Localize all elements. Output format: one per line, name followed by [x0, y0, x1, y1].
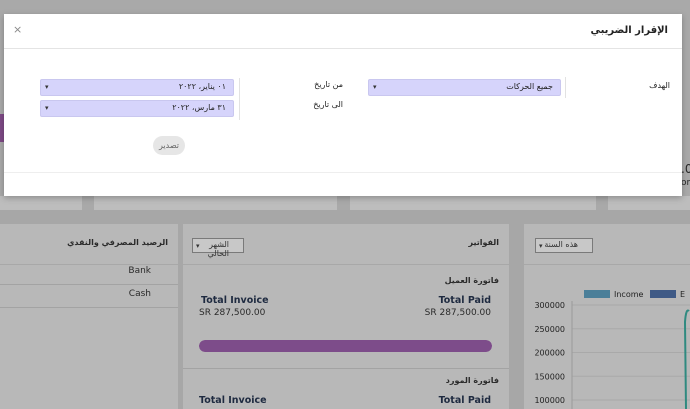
vendor-total-invoice-label: Total Invoice	[199, 395, 267, 406]
from-date-label: من تاريخ	[314, 80, 343, 89]
dialog-title: الإقرار الضريبي	[590, 25, 668, 36]
target-select[interactable]: جميع الحركات ▾	[368, 79, 561, 96]
y-tick-label: 200000	[534, 349, 565, 358]
total-invoice-value: SR 287,500.00	[199, 308, 266, 318]
chevron-down-icon: ▾	[539, 242, 543, 250]
divider	[0, 284, 178, 285]
payment-progress-bar	[199, 340, 492, 352]
field-divider	[565, 77, 566, 98]
close-icon[interactable]: ×	[13, 23, 22, 36]
panel-title: الرصيد المصرفي والنقدي	[67, 238, 168, 247]
income-expense-chart: Income E 300000 250000 200000 150000 100000	[534, 290, 690, 409]
stat-card	[0, 196, 82, 210]
partial-stat-label: om	[681, 178, 690, 188]
cash-row-label: Cash	[128, 289, 151, 299]
bank-cash-panel: الرصيد المصرفي والنقدي Bank Cash	[0, 224, 178, 409]
total-paid-label: Total Paid	[438, 295, 491, 306]
legend-label: E	[680, 290, 685, 299]
total-paid-value: SR 287,500.00	[424, 308, 491, 318]
vendor-total-paid-label: Total Paid	[438, 395, 491, 406]
partial-stat-value: .0	[681, 162, 690, 176]
vendor-invoice-heading: فاتورة المورد	[445, 376, 499, 385]
period-select[interactable]: الشهر الحالي ▾	[192, 238, 244, 258]
chart-period-select[interactable]: هذه السنة ▾	[535, 238, 593, 253]
chart-period-value: هذه السنة	[544, 240, 578, 249]
target-label: الهدف	[649, 81, 670, 90]
divider	[183, 368, 509, 369]
chevron-down-icon: ▾	[45, 83, 49, 91]
stat-card	[94, 196, 337, 210]
total-invoice-label: Total Invoice	[201, 295, 269, 306]
invoices-panel: الفواتير الشهر الحالي ▾ فاتورة العميل To…	[183, 224, 509, 409]
tax-report-dialog: الإقرار الضريبي × الهدف جميع الحركات ▾ م…	[4, 14, 682, 196]
payment-progress-fill	[199, 340, 492, 352]
chevron-down-icon: ▾	[45, 104, 49, 112]
from-date-value: ٠١ يناير، ٢٠٢٢	[178, 82, 226, 91]
target-select-value: جميع الحركات	[506, 82, 553, 91]
to-date-label: الى تاريخ	[313, 100, 343, 109]
legend-swatch	[584, 290, 610, 298]
y-tick-label: 150000	[534, 372, 565, 381]
export-button[interactable]: تصدير	[153, 136, 185, 155]
dialog-footer-divider	[4, 172, 682, 173]
legend-label: Income	[614, 290, 644, 299]
chevron-down-icon: ▾	[196, 242, 200, 250]
y-tick-label: 250000	[534, 325, 565, 334]
chart-panel: هذه السنة ▾ Income E 300000 250000 200000 150…	[524, 224, 690, 409]
legend-swatch	[650, 290, 676, 298]
field-divider	[239, 78, 240, 120]
dialog-header: الإقرار الضريبي ×	[4, 14, 682, 49]
panel-title: الفواتير	[468, 238, 499, 247]
period-select-value: الشهر الحالي	[207, 240, 229, 258]
y-tick-label: 300000	[534, 301, 565, 310]
stat-card	[350, 196, 596, 210]
income-series-line	[683, 309, 690, 409]
stat-card	[608, 196, 690, 210]
to-date-value: ٣١ مارس، ٢٠٢٢	[172, 103, 226, 112]
customer-invoice-heading: فاتورة العميل	[444, 276, 499, 285]
to-date-input[interactable]: ٣١ مارس، ٢٠٢٢ ▾	[40, 100, 234, 117]
divider	[0, 307, 178, 308]
bank-row-label: Bank	[128, 266, 151, 276]
from-date-input[interactable]: ٠١ يناير، ٢٠٢٢ ▾	[40, 79, 234, 96]
y-tick-label: 100000	[534, 396, 565, 405]
chevron-down-icon: ▾	[373, 83, 377, 91]
